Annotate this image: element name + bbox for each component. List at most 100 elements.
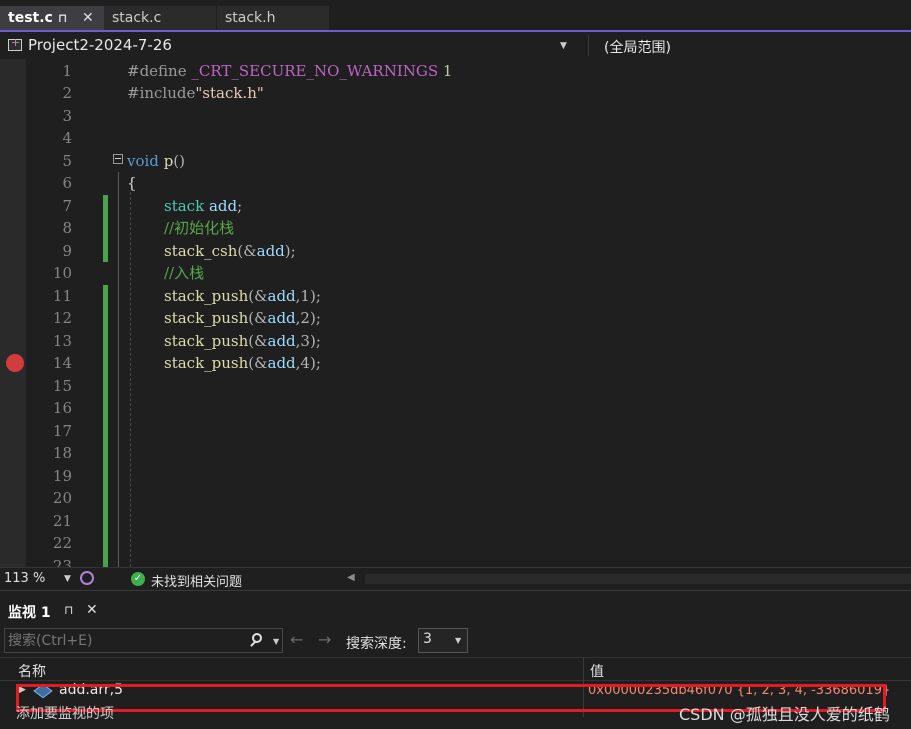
code-line-1: 1 #define _CRT_SECURE_NO_WARNINGS 1 <box>0 60 911 82</box>
zoom-level[interactable]: 113 % <box>4 571 45 586</box>
code-text: #define _CRT_SECURE_NO_WARNINGS 1 <box>127 60 452 82</box>
close-icon[interactable]: ✕ <box>82 6 94 30</box>
navigation-bar: Project2-2024-7-26 ▼ (全局范围) <box>0 32 911 60</box>
function-name: p <box>163 152 174 170</box>
comment: //初始化栈 <box>164 219 235 237</box>
code-text: stack_push(&add,4); <box>164 352 321 374</box>
line-number: 6 <box>62 174 72 192</box>
line-number: 19 <box>52 467 72 485</box>
watch-panel: 监视 1 ⊓ ✕ ▼ ← → 搜索深度: 3 ▼ 名称 值 ▶ add.arr,… <box>0 590 911 729</box>
code-line-9: 9 stack_csh(&add); <box>0 240 911 262</box>
chevron-down-icon[interactable]: ▼ <box>64 574 71 584</box>
document-tab-bar: test.c ⊓ ✕ stack.c stack.h <box>0 0 911 32</box>
code-text: stack add; <box>164 195 242 217</box>
punctuation: ,4); <box>295 354 321 372</box>
horizontal-scrollbar[interactable] <box>365 574 911 584</box>
code-text: stack_push(&add,3); <box>164 330 321 352</box>
code-text: stack_push(&add,2); <box>164 307 321 329</box>
intellicode-icon[interactable] <box>80 571 94 585</box>
code-line-10: 10 //入栈 <box>0 262 911 284</box>
pin-icon[interactable]: ⊓ <box>58 6 68 30</box>
macro-name: _CRT_SECURE_NO_WARNINGS <box>191 62 439 80</box>
scope-dropdown[interactable]: (全局范围) <box>604 37 671 57</box>
variable-name: add <box>267 309 296 327</box>
search-input[interactable] <box>8 631 248 650</box>
line-number: 22 <box>52 534 72 552</box>
tab-label: stack.c <box>112 10 162 26</box>
arrow-left-icon[interactable]: ← <box>290 630 303 649</box>
code-text: stack_csh(&add); <box>164 240 296 262</box>
variable-name: add <box>267 287 296 305</box>
code-line-4: 4 <box>0 127 911 149</box>
watch-search[interactable]: ▼ <box>4 628 283 653</box>
punctuation: ,3); <box>295 332 321 350</box>
punctuation: (& <box>248 287 268 305</box>
line-number: 5 <box>62 152 72 170</box>
line-number: 18 <box>52 444 72 462</box>
line-number: 2 <box>62 84 72 102</box>
line-number: 21 <box>52 512 72 530</box>
code-line-17: 17 <box>0 420 911 442</box>
preprocessor-directive: #include <box>127 84 196 102</box>
punctuation: (& <box>248 309 268 327</box>
number-literal: 1 <box>442 62 453 80</box>
code-line-13: 13 stack_push(&add,3); <box>0 330 911 352</box>
line-number: 7 <box>62 197 72 215</box>
code-line-19: 19 <box>0 465 911 487</box>
code-line-18: 18 <box>0 442 911 464</box>
code-editor[interactable]: 1 #define _CRT_SECURE_NO_WARNINGS 1 2 #i… <box>0 59 911 567</box>
add-watch-item[interactable]: 添加要监视的项 <box>16 703 114 723</box>
punctuation: () <box>173 152 186 170</box>
issues-status[interactable]: 未找到相关问题 <box>151 571 242 590</box>
line-number: 3 <box>62 107 72 125</box>
punctuation: (& <box>248 354 268 372</box>
line-number: 17 <box>52 422 72 440</box>
variable-name: add <box>267 354 296 372</box>
line-number: 16 <box>52 399 72 417</box>
check-circle-icon: ✓ <box>131 572 145 586</box>
column-name[interactable]: 名称 <box>18 661 46 681</box>
code-line-3: 3 <box>0 105 911 127</box>
depth-value: 3 <box>423 631 432 647</box>
line-number: 20 <box>52 489 72 507</box>
tab-stack-c[interactable]: stack.c <box>104 6 216 30</box>
variable-name: add <box>208 197 238 215</box>
tab-label: stack.h <box>225 10 276 26</box>
function-name: stack_csh <box>164 242 238 260</box>
tab-test-c[interactable]: test.c ⊓ ✕ <box>0 6 104 30</box>
code-text: #include"stack.h" <box>127 82 264 104</box>
code-line-22: 22 <box>0 532 911 554</box>
code-text: { <box>127 174 137 192</box>
pin-icon[interactable]: ⊓ <box>64 603 73 617</box>
line-number: 9 <box>62 242 72 260</box>
code-line-7: 7 stack add; <box>0 195 911 217</box>
punctuation: ,1); <box>295 287 321 305</box>
line-number: 23 <box>52 557 72 567</box>
line-number: 1 <box>62 62 72 80</box>
line-number: 8 <box>62 219 72 237</box>
panel-title[interactable]: 监视 1 <box>8 602 51 622</box>
line-number: 15 <box>52 377 72 395</box>
code-line-12: 12 stack_push(&add,2); <box>0 307 911 329</box>
scroll-left-icon[interactable]: ◀ <box>347 572 355 583</box>
chevron-down-icon[interactable]: ▼ <box>273 637 279 646</box>
code-line-2: 2 #include"stack.h" <box>0 82 911 104</box>
tab-stack-h[interactable]: stack.h <box>217 6 329 30</box>
project-dropdown[interactable]: Project2-2024-7-26 ▼ <box>4 35 578 56</box>
arrow-right-icon[interactable]: → <box>318 630 331 649</box>
variable-name: add <box>267 332 296 350</box>
variable-name: add <box>256 242 285 260</box>
search-depth-select[interactable]: 3 ▼ <box>418 628 468 653</box>
search-icon[interactable] <box>252 633 262 643</box>
search-depth-label: 搜索深度: <box>346 636 407 652</box>
column-value[interactable]: 值 <box>590 661 604 681</box>
code-line-6: 6 { <box>0 172 911 194</box>
function-name: stack_push <box>164 332 249 350</box>
code-text: void p() <box>127 150 185 172</box>
code-line-15: 15 <box>0 375 911 397</box>
editor-status-bar: 113 % ▼ ✓ 未找到相关问题 ◀ <box>0 567 911 590</box>
watermark: CSDN @孤独且没人爱的纸鹤 <box>679 705 890 724</box>
close-icon[interactable]: ✕ <box>86 602 98 618</box>
project-icon <box>8 36 22 51</box>
punctuation: ); <box>284 242 296 260</box>
